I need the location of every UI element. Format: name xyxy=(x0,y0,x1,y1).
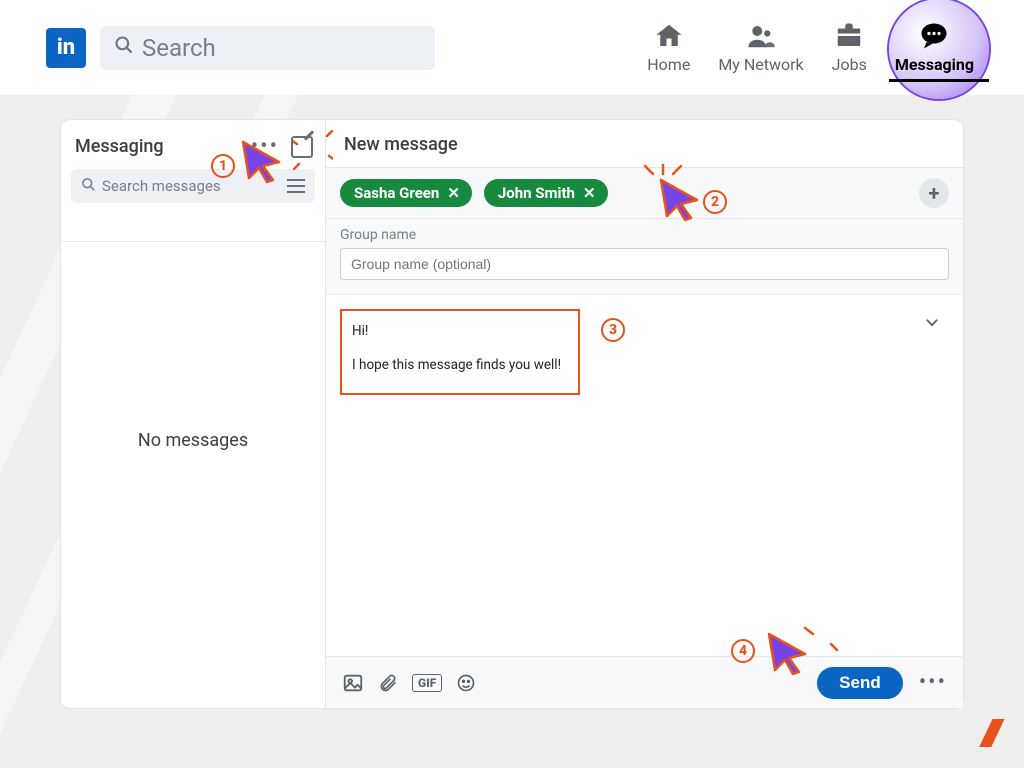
nav-jobs[interactable]: Jobs xyxy=(832,21,867,74)
filter-icon[interactable] xyxy=(287,179,305,193)
empty-state-text: No messages xyxy=(61,172,325,708)
nav-home[interactable]: Home xyxy=(647,21,690,74)
main-panel: Messaging ••• Search messages No message… xyxy=(60,119,964,709)
search-icon xyxy=(114,35,134,61)
attachment-icon[interactable] xyxy=(378,673,398,693)
group-name-input[interactable] xyxy=(340,248,949,280)
active-underline xyxy=(889,79,989,82)
global-search-input[interactable]: Search xyxy=(100,26,435,70)
compose-footer: GIF Send ••• xyxy=(326,656,963,708)
top-navbar: in Search Home My Network Jobs Messaging xyxy=(0,0,1024,95)
more-options-icon[interactable]: ••• xyxy=(919,670,947,695)
watermark: /// xyxy=(982,712,998,754)
message-line: I hope this message finds you well! xyxy=(352,355,568,377)
gif-icon[interactable]: GIF xyxy=(412,674,442,692)
chevron-down-icon[interactable] xyxy=(923,313,941,331)
step-badge-4: 4 xyxy=(731,639,755,663)
recipient-name: Sasha Green xyxy=(354,184,439,202)
cursor-icon xyxy=(239,138,285,184)
emoji-icon[interactable] xyxy=(456,673,476,693)
group-name-section: Group name xyxy=(326,219,963,295)
nav-messaging-label: Messaging xyxy=(895,55,974,74)
message-body-highlight: Hi! I hope this message finds you well! xyxy=(340,309,580,395)
linkedin-logo[interactable]: in xyxy=(46,28,86,68)
nav-messaging[interactable]: Messaging xyxy=(895,21,974,74)
sidebar-header: Messaging ••• xyxy=(61,120,325,169)
messaging-sidebar: Messaging ••• Search messages No message… xyxy=(61,120,326,708)
nav-network-label: My Network xyxy=(718,55,803,74)
recipient-chip[interactable]: Sasha Green ✕ xyxy=(340,179,472,207)
remove-recipient-icon[interactable]: ✕ xyxy=(583,184,596,202)
nav-home-label: Home xyxy=(647,55,690,74)
messaging-icon xyxy=(919,21,949,51)
group-name-label: Group name xyxy=(340,227,949,243)
add-recipient-button[interactable]: + xyxy=(919,178,949,208)
image-icon[interactable] xyxy=(342,672,364,694)
logo-text: in xyxy=(57,35,75,60)
cursor-icon xyxy=(765,630,811,676)
compose-title: New message xyxy=(326,120,963,168)
message-body-area[interactable]: Hi! I hope this message finds you well! xyxy=(326,295,963,656)
compose-panel: New message Sasha Green ✕ John Smith ✕ +… xyxy=(326,120,963,708)
people-icon xyxy=(746,21,776,51)
cursor-icon xyxy=(657,176,703,222)
spark-annotation xyxy=(293,130,333,170)
briefcase-icon xyxy=(834,21,864,51)
step-badge-3: 3 xyxy=(601,318,625,342)
message-line: Hi! xyxy=(352,321,568,343)
remove-recipient-icon[interactable]: ✕ xyxy=(447,184,460,202)
nav-jobs-label: Jobs xyxy=(832,55,867,74)
nav-network[interactable]: My Network xyxy=(718,21,803,74)
global-search-placeholder: Search xyxy=(142,34,216,62)
home-icon xyxy=(654,21,684,51)
recipient-chip[interactable]: John Smith ✕ xyxy=(484,179,608,207)
step-badge-2: 2 xyxy=(703,190,727,214)
step-badge-1: 1 xyxy=(211,154,235,178)
recipient-name: John Smith xyxy=(498,184,575,202)
sidebar-title: Messaging xyxy=(75,136,164,157)
send-button[interactable]: Send xyxy=(817,667,903,699)
